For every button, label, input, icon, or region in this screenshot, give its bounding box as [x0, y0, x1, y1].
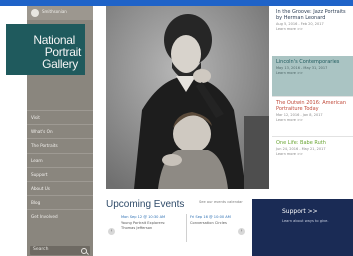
- nav-item-get-involved[interactable]: Get Involved: [27, 209, 93, 223]
- learn-more-link[interactable]: Learn more >>: [276, 118, 350, 122]
- exhibition-title: In the Groove: Jazz Portraits by Herman …: [276, 9, 346, 21]
- logo-line-gallery: Gallery: [42, 57, 78, 71]
- support-panel[interactable]: Support >> Learn about ways to give.: [252, 199, 353, 256]
- search-icon[interactable]: [81, 247, 87, 254]
- learn-more-link[interactable]: Learn more >>: [276, 27, 350, 31]
- exhibition-dates: May 13, 2016 - May 31, 2017: [276, 66, 328, 70]
- exhibition-title: One Life: Babe Ruth: [276, 140, 326, 146]
- event-item-1[interactable]: Mon Sep 12 @ 10:30 AM Young Portrait Exp…: [121, 215, 165, 232]
- event-name: Conversation Circles: [190, 220, 227, 225]
- nav-item-learn[interactable]: Learn: [27, 152, 93, 167]
- event-divider: [186, 214, 187, 242]
- event-name-cont: Thomas Jefferson: [121, 226, 153, 230]
- hero-portrait-photo[interactable]: [106, 6, 269, 189]
- exhibition-dates: Mar 12, 2016 - Jan 8, 2017: [276, 113, 323, 117]
- exhibition-title: The Outwin 2016: American Portraiture To…: [276, 100, 346, 112]
- smithsonian-link[interactable]: Smithsonian: [42, 9, 67, 14]
- nav-item-support[interactable]: Support: [27, 166, 93, 181]
- support-title: Support >>: [282, 208, 318, 215]
- main-nav: Visit What's On The Portraits Learn Supp…: [27, 110, 93, 224]
- event-date: Fri Sep 16 @ 10:00 AM: [190, 215, 231, 219]
- exhibition-card-lincolns-contemporaries[interactable]: Lincoln's Contemporaries May 13, 2016 - …: [272, 56, 353, 96]
- sun-icon: [31, 9, 39, 17]
- exhibition-dates: Jun 24, 2016 - May 21, 2017: [276, 147, 326, 151]
- learn-more-link[interactable]: Learn more >>: [276, 71, 350, 75]
- exhibition-title: Lincoln's Contemporaries: [276, 59, 340, 65]
- search-label: Search: [33, 247, 49, 252]
- npg-logo[interactable]: National Portrait Gallery: [6, 24, 85, 75]
- nav-item-about-us[interactable]: About Us: [27, 180, 93, 195]
- hero-portrait-image: [106, 6, 269, 189]
- upcoming-events-heading: Upcoming Events: [106, 199, 185, 210]
- event-item-2[interactable]: Fri Sep 16 @ 10:00 AM Conversation Circl…: [190, 215, 231, 226]
- events-next-arrow-icon[interactable]: ›: [238, 228, 245, 235]
- learn-more-link[interactable]: Learn more >>: [276, 152, 350, 156]
- exhibition-card-outwin-2016[interactable]: The Outwin 2016: American Portraiture To…: [272, 96, 353, 136]
- nav-item-the-portraits[interactable]: The Portraits: [27, 138, 93, 152]
- exhibition-card-babe-ruth[interactable]: One Life: Babe Ruth Jun 24, 2016 - May 2…: [272, 136, 353, 176]
- events-prev-arrow-icon[interactable]: ‹: [108, 228, 115, 235]
- support-description: Learn about ways to give.: [282, 219, 329, 223]
- event-date: Mon Sep 12 @ 10:30 AM: [121, 215, 166, 219]
- nav-item-blog[interactable]: Blog: [27, 195, 93, 209]
- nav-item-whats-on[interactable]: What's On: [27, 124, 93, 138]
- smithsonian-bar[interactable]: Smithsonian: [27, 6, 93, 20]
- nav-item-visit[interactable]: Visit: [27, 110, 93, 124]
- exhibition-dates: Aug 5, 2016 - Feb 20, 2017: [276, 22, 324, 26]
- exhibition-card-in-the-groove[interactable]: In the Groove: Jazz Portraits by Herman …: [272, 6, 353, 56]
- events-calendar-link[interactable]: See our events calendar: [199, 200, 243, 204]
- search-box[interactable]: Search: [30, 246, 90, 255]
